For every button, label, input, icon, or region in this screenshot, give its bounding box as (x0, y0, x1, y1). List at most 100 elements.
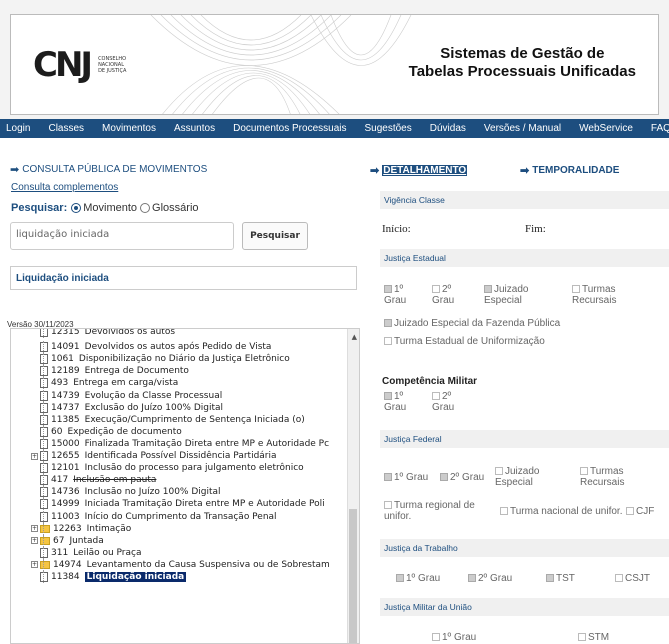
jt-2grau-label: 2º Grau (478, 573, 513, 584)
je-fazenda[interactable]: Juizado Especial da Fazenda Pública (384, 318, 560, 329)
je-1grau[interactable]: 1º Grau (384, 284, 424, 306)
tab-detalhamento[interactable]: ➡ DETALHAMENTO (370, 164, 468, 177)
jmu-stm[interactable]: STM (578, 632, 609, 643)
checkbox[interactable] (500, 507, 508, 516)
cm-2grau[interactable]: 2º Grau (432, 391, 472, 413)
checkbox[interactable] (384, 473, 392, 482)
menu-classes[interactable]: Classes (48, 123, 84, 134)
jt-tst[interactable]: TST (546, 573, 575, 584)
jf-turmas[interactable]: Turmas Recursais (580, 466, 640, 488)
menu-sugestoes[interactable]: Sugestões (364, 123, 411, 134)
justica-federal-bar: Justiça Federal (380, 430, 669, 448)
jmu-1grau[interactable]: 1º Grau (432, 632, 476, 643)
menu-webservice[interactable]: WebService (579, 123, 633, 134)
checkbox[interactable] (384, 392, 392, 401)
menu-movimentos[interactable]: Movimentos (102, 123, 156, 134)
justica-estadual-bar: Justiça Estadual (380, 249, 669, 267)
arrow-right-icon: ➡ (10, 164, 20, 176)
expand-icon[interactable]: + (31, 561, 38, 569)
search-input[interactable]: liquidação iniciada (10, 222, 234, 250)
search-result[interactable]: Liquidação iniciada (10, 266, 357, 290)
tree-item[interactable]: 493 Entrega em carga/vista (31, 377, 349, 390)
je-turmas[interactable]: Turmas Recursais (572, 284, 632, 306)
tree-item[interactable]: 12315 Devolvidos os autos (31, 328, 349, 338)
search-button[interactable]: Pesquisar (242, 222, 308, 250)
tree-item[interactable]: 11384 Liquidação iniciada (31, 571, 349, 583)
document-icon (40, 463, 48, 474)
tree-connector (43, 534, 44, 547)
checkbox[interactable] (384, 285, 392, 294)
tree-item-code: 12189 (51, 366, 80, 377)
menu-documentos[interactable]: Documentos Processuais (233, 123, 346, 134)
tree-item[interactable]: 311 Leilão ou Praça (31, 546, 349, 559)
radio-glossario[interactable] (140, 203, 151, 213)
checkbox[interactable] (384, 501, 392, 510)
tree-item[interactable]: 60 Expedição de documento (31, 425, 349, 438)
menu-assuntos[interactable]: Assuntos (174, 123, 215, 134)
menu-duvidas[interactable]: Dúvidas (430, 123, 466, 134)
radio-movimento[interactable] (71, 203, 82, 213)
scroll-up-icon[interactable]: ▲ (352, 333, 357, 341)
menu-faq[interactable]: FAQ (651, 123, 669, 134)
jf-juizado[interactable]: Juizado Especial (495, 466, 555, 488)
jt-2grau[interactable]: 2º Grau (468, 573, 512, 584)
tree-item[interactable]: 417 Inclusão em pauta (31, 474, 349, 487)
tree-item[interactable]: 11385 Execução/Cumprimento de Sentença In… (31, 413, 349, 426)
checkbox[interactable] (546, 574, 554, 583)
jt-csjt-label: CSJT (625, 573, 650, 584)
tree-item[interactable]: 15000 Finalizada Tramitação Direta entre … (31, 437, 349, 450)
expand-icon[interactable]: + (31, 452, 38, 460)
tree-item[interactable]: 14739 Evolução da Classe Processual (31, 389, 349, 402)
scroll-thumb[interactable] (349, 509, 357, 643)
checkbox[interactable] (396, 574, 404, 583)
tree-item-label: Devolvidos os autos (84, 328, 176, 337)
menu-versoes[interactable]: Versões / Manual (484, 123, 561, 134)
checkbox[interactable] (495, 467, 503, 476)
checkbox[interactable] (468, 574, 476, 583)
checkbox[interactable] (440, 473, 448, 482)
complement-link[interactable]: Consulta complementos (11, 182, 118, 193)
checkbox[interactable] (384, 337, 392, 346)
tree-connector (43, 389, 44, 402)
jt-1grau[interactable]: 1º Grau (396, 573, 440, 584)
menu-login[interactable]: Login (6, 123, 30, 134)
checkbox[interactable] (615, 574, 623, 583)
je-juizado[interactable]: Juizado Especial (484, 284, 544, 306)
jt-csjt[interactable]: CSJT (615, 573, 650, 584)
tree-item[interactable]: 14737 Exclusão do Juízo 100% Digital (31, 401, 349, 414)
tree-item[interactable]: 11003 Início do Cumprimento da Transação … (31, 510, 349, 523)
checkbox[interactable] (432, 285, 440, 294)
tree-item[interactable]: +67 Juntada (31, 534, 349, 547)
document-icon (40, 499, 48, 510)
tree-item[interactable]: 12189 Entrega de Documento (31, 365, 349, 378)
tree-item[interactable]: 1061 Disponibilização no Diário da Justiç… (31, 353, 349, 366)
checkbox[interactable] (626, 507, 634, 516)
expand-icon[interactable]: + (31, 537, 38, 545)
checkbox[interactable] (432, 392, 440, 401)
jf-2grau[interactable]: 2º Grau (440, 472, 484, 483)
je-2grau[interactable]: 2º Grau (432, 284, 472, 306)
cm-1grau[interactable]: 1º Grau (384, 391, 424, 413)
checkbox[interactable] (580, 467, 588, 476)
tree-item[interactable]: 14999 Iniciada Tramitação Direta entre MP… (31, 498, 349, 511)
checkbox[interactable] (572, 285, 580, 294)
tab-temporalidade[interactable]: ➡ TEMPORALIDADE (520, 164, 619, 177)
tree-item[interactable]: 12101 Inclusão do processo para julgament… (31, 462, 349, 475)
expand-icon[interactable]: + (31, 525, 38, 533)
tree-item[interactable]: 14736 Inclusão no Juízo 100% Digital (31, 486, 349, 499)
checkbox[interactable] (384, 319, 392, 328)
jf-nacional[interactable]: Turma nacional de unifor. (500, 506, 622, 517)
checkbox[interactable] (432, 633, 440, 642)
tree-item[interactable]: 14091 Devolvidos os autos após Pedido de … (31, 341, 349, 354)
tree-item[interactable]: +12263 Intimação (31, 522, 349, 535)
jf-cjf[interactable]: CJF (626, 506, 654, 517)
tree-item[interactable]: +12655 Identificada Possível Dissidência … (31, 450, 349, 462)
cnj-logo[interactable]: CNJ CONSELHO NACIONAL DE JUSTIÇA (33, 45, 126, 85)
section-title: ➡ CONSULTA PÚBLICA DE MOVIMENTOS (10, 163, 207, 176)
checkbox[interactable] (484, 285, 492, 294)
jf-1grau[interactable]: 1º Grau (384, 472, 428, 483)
tree-item[interactable]: +14974 Levantamento da Causa Suspensiva o… (31, 558, 349, 571)
je-uniform[interactable]: Turma Estadual de Uniformização (384, 336, 545, 347)
jf-regional[interactable]: Turma regional de unifor. (384, 500, 484, 522)
checkbox[interactable] (578, 633, 586, 642)
